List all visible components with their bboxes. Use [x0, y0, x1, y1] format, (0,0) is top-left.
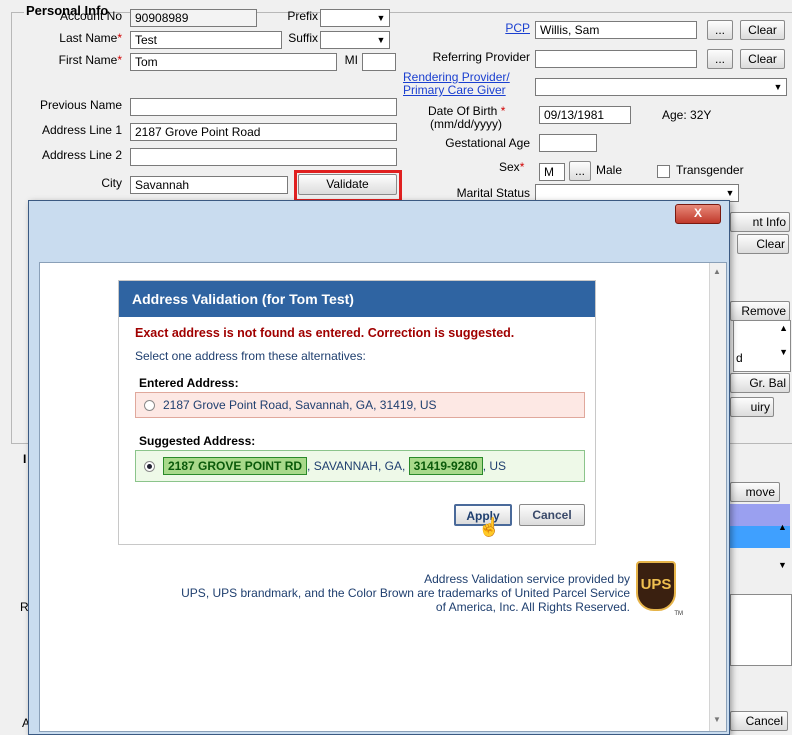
scroll-up-icon[interactable]: ▲: [778, 522, 787, 532]
account-no-label: Account No: [59, 9, 122, 23]
rendering-provider-link[interactable]: Rendering Provider/Primary Care Giver: [403, 71, 510, 97]
suggested-address-heading: Suggested Address:: [139, 434, 256, 448]
validation-panel: Address Validation (for Tom Test) Exact …: [118, 280, 596, 545]
dialog-scrollbar[interactable]: ▲ ▼: [709, 263, 726, 731]
validate-button[interactable]: Validate: [298, 174, 397, 195]
prefix-label: Prefix: [287, 9, 318, 23]
city-field[interactable]: Savannah: [130, 176, 288, 194]
previous-name-label: Previous Name: [39, 98, 122, 112]
sex-label: Sex*: [499, 160, 525, 174]
pcp-field[interactable]: Willis, Sam: [535, 21, 697, 39]
instruction-text: Select one address from these alternativ…: [135, 349, 366, 363]
scroll-down-icon[interactable]: ▼: [779, 347, 788, 357]
ups-trademark: TM: [674, 611, 683, 617]
bg-list-fragment: d: [736, 351, 743, 365]
rendering-provider-select[interactable]: ▼: [535, 78, 787, 96]
scroll-up-icon[interactable]: ▲: [713, 267, 721, 276]
entered-address-heading: Entered Address:: [139, 376, 239, 390]
first-name-label: First Name*: [58, 53, 122, 67]
account-no-field[interactable]: 90908989: [130, 9, 257, 27]
ups-logo-text: UPS: [640, 576, 672, 593]
dob-label: Date Of Birth *: [428, 104, 506, 118]
panel-title: Address Validation (for Tom Test): [119, 281, 595, 317]
dob-field[interactable]: 09/13/1981: [539, 106, 631, 124]
dob-hint: (mm/dd/yyyy): [430, 117, 502, 131]
chevron-down-icon: ▼: [725, 188, 735, 198]
error-message: Exact address is not found as entered. C…: [135, 326, 515, 340]
address2-field[interactable]: [130, 148, 397, 166]
suggested-zip: 31419-9280: [408, 457, 483, 475]
entered-address-radio[interactable]: [144, 400, 155, 412]
last-name-label: Last Name*: [59, 31, 122, 45]
referring-label: Referring Provider: [432, 50, 530, 64]
footer-text: Address Validation service provided by U…: [181, 572, 630, 614]
entered-address-text: 2187 Grove Point Road, Savannah, GA, 314…: [163, 398, 437, 412]
footer-line-3: of America, Inc. All Rights Reserved.: [435, 600, 630, 614]
suffix-select[interactable]: ▼: [320, 31, 390, 49]
bg-clear-button[interactable]: Clear: [737, 234, 789, 254]
mi-label: MI: [344, 53, 358, 67]
cancel-button[interactable]: Cancel: [519, 504, 585, 526]
referring-clear-button[interactable]: Clear: [740, 49, 785, 69]
suggested-street: 2187 GROVE POINT RD: [163, 457, 308, 475]
scroll-up-icon[interactable]: ▲: [779, 323, 788, 333]
address-validation-dialog: X ▲ ▼ Address Validation (for Tom Test) …: [28, 200, 730, 735]
pcp-clear-button[interactable]: Clear: [740, 20, 785, 40]
move-button[interactable]: move: [730, 482, 780, 502]
bg-list-box[interactable]: ▲ ▼ d: [733, 320, 791, 372]
remove-button[interactable]: Remove: [730, 301, 790, 321]
marital-status-label: Marital Status: [456, 186, 530, 200]
referring-ellipsis-button[interactable]: ...: [707, 49, 733, 69]
suggested-city-state: , SAVANNAH, GA,: [307, 459, 406, 473]
scroll-down-icon[interactable]: ▼: [713, 715, 721, 724]
pcp-link[interactable]: PCP: [460, 21, 530, 35]
sex-text: Male: [596, 163, 623, 177]
bg-cancel-button[interactable]: Cancel: [730, 711, 788, 731]
gestational-age-label: Gestational Age: [445, 136, 530, 150]
transgender-label: Transgender: [676, 163, 744, 177]
bg-textarea[interactable]: [730, 594, 792, 666]
suggested-address-radio[interactable]: [144, 461, 155, 473]
inquiry-button[interactable]: uiry: [730, 397, 774, 417]
pcp-ellipsis-button[interactable]: ...: [707, 20, 733, 40]
dialog-content: ▲ ▼ Address Validation (for Tom Test) Ex…: [39, 262, 727, 732]
suggested-address-option[interactable]: 2187 GROVE POINT RD, SAVANNAH, GA, 31419…: [135, 450, 585, 482]
address1-label: Address Line 1: [41, 123, 122, 137]
scroll-down-icon[interactable]: ▼: [778, 560, 787, 570]
mi-field[interactable]: [362, 53, 396, 71]
chevron-down-icon: ▼: [376, 35, 386, 45]
close-icon: X: [693, 206, 702, 220]
address1-field[interactable]: 2187 Grove Point Road: [130, 123, 397, 141]
close-button[interactable]: X: [675, 204, 721, 224]
ups-logo: UPS TM: [636, 561, 683, 617]
entered-address-option[interactable]: 2187 Grove Point Road, Savannah, GA, 314…: [135, 392, 585, 418]
transgender-checkbox[interactable]: [657, 165, 670, 178]
patient-info-button[interactable]: nt Info: [730, 212, 790, 232]
footer-line-1: Address Validation service provided by: [424, 572, 630, 586]
footer-line-2: UPS, UPS brandmark, and the Color Brown …: [181, 586, 630, 600]
sex-field[interactable]: M: [539, 163, 565, 181]
age-text: Age: 32Y: [662, 108, 712, 122]
city-label: City: [101, 176, 122, 190]
first-name-field[interactable]: Tom: [130, 53, 337, 71]
gestational-age-field[interactable]: [539, 134, 597, 152]
gr-bal-button[interactable]: Gr. Bal: [730, 373, 790, 393]
referring-field[interactable]: [535, 50, 697, 68]
address2-label: Address Line 2: [41, 148, 122, 162]
hand-cursor-icon: ☝: [478, 517, 501, 537]
suggested-country: , US: [482, 459, 507, 473]
prefix-select[interactable]: ▼: [320, 9, 390, 27]
sex-ellipsis-button[interactable]: ...: [569, 161, 591, 181]
suffix-label: Suffix: [288, 31, 318, 45]
bg-left-letter-i: I: [23, 452, 27, 466]
chevron-down-icon: ▼: [773, 82, 783, 92]
previous-name-field[interactable]: [130, 98, 397, 116]
chevron-down-icon: ▼: [376, 13, 386, 23]
